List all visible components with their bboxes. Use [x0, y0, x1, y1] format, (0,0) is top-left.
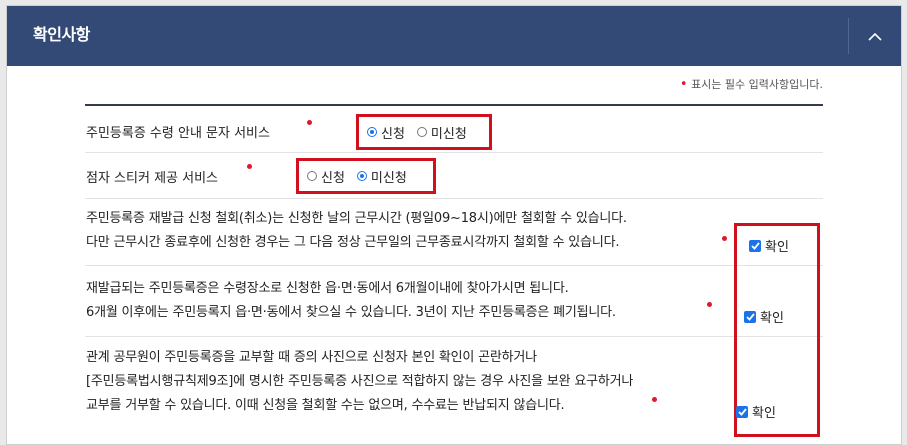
notice-line: 관계 공무원이 주민등록증을 교부할 때 증의 사진으로 신청자 본인 확인이 … — [86, 350, 537, 365]
required-dot-icon — [247, 164, 252, 169]
sms-apply-option[interactable]: 신청 — [367, 123, 405, 142]
radio-selected-icon[interactable] — [367, 127, 377, 137]
table-top-border — [85, 104, 823, 106]
checkbox-checked-icon[interactable] — [744, 310, 756, 323]
radio-empty-icon[interactable] — [416, 127, 427, 137]
notice-withdrawal: 주민등록증 재발급 신청 철회(취소)는 신청한 날의 근무시간 (평일09~1… — [86, 207, 627, 255]
notice-line: 6개월 이후에는 주민등록지 읍·면·동에서 찾으실 수 있습니다. 3년이 지… — [86, 305, 616, 320]
notice-line: 교부를 거부할 수 있습니다. 이때 신청을 철회할 수는 없으며, 수수료는 … — [86, 398, 565, 413]
notice-line: 주민등록증 재발급 신청 철회(취소)는 신청한 날의 근무시간 (평일09~1… — [86, 211, 627, 226]
notice-photo: 관계 공무원이 주민등록증을 교부할 때 증의 사진으로 신청자 본인 확인이 … — [86, 346, 633, 418]
confirm-checkbox-2[interactable]: 확인 — [744, 307, 784, 326]
sms-radio-group: 신청 미신청 — [356, 114, 492, 150]
confirm-label: 확인 — [765, 240, 789, 255]
row-divider — [85, 152, 823, 153]
confirm-checkbox-1[interactable]: 확인 — [749, 236, 789, 255]
confirm-label: 확인 — [752, 406, 776, 421]
required-dot-icon — [707, 302, 712, 307]
notice-line: 다만 근무시간 종료후에 신청한 경우는 그 다음 정상 근무일의 근무종료시각… — [86, 235, 620, 250]
notice-line: 재발급되는 주민등록증은 수령장소로 신청한 읍·면·동에서 6개월이내에 찾아… — [86, 281, 569, 296]
required-dot-icon — [307, 120, 312, 125]
braille-apply-label: 신청 — [321, 170, 345, 186]
panel-title: 확인사항 — [33, 25, 90, 44]
radio-selected-icon[interactable] — [356, 171, 367, 181]
required-note: • 표시는 필수 입력사항입니다. — [680, 76, 823, 92]
panel-header: 확인사항 — [7, 6, 901, 66]
notice-line: [주민등록법시행규칙제9조]에 명시한 주민등록증 사진으로 적합하지 않는 경… — [86, 374, 634, 389]
required-dot-icon — [652, 397, 657, 402]
checkbox-checked-icon[interactable] — [736, 405, 748, 418]
confirm-checkbox-3[interactable]: 확인 — [736, 402, 776, 421]
required-dot-icon — [722, 236, 727, 241]
sms-decline-label: 미신청 — [430, 126, 467, 142]
radio-empty-icon[interactable] — [307, 171, 317, 181]
notice-pickup: 재발급되는 주민등록증은 수령장소로 신청한 읍·면·동에서 6개월이내에 찾아… — [86, 277, 616, 325]
braille-decline-option[interactable]: 미신청 — [356, 167, 407, 186]
sms-apply-label: 신청 — [381, 126, 405, 142]
checkbox-checked-icon[interactable] — [749, 239, 761, 252]
service-label-sms: 주민등록증 수령 안내 문자 서비스 — [86, 126, 270, 141]
required-note-text: 표시는 필수 입력사항입니다. — [691, 78, 823, 91]
confirmation-panel: 확인사항 • 표시는 필수 입력사항입니다. 주민등록증 수령 안내 문자 서비… — [6, 5, 902, 445]
service-label-braille: 점자 스티커 제공 서비스 — [86, 171, 218, 186]
confirm-label: 확인 — [760, 311, 784, 326]
braille-apply-option[interactable]: 신청 — [307, 167, 345, 186]
row-divider — [85, 198, 823, 199]
collapse-button[interactable] — [849, 6, 901, 66]
chevron-up-icon — [868, 32, 882, 41]
row-divider — [85, 336, 823, 337]
braille-radio-group: 신청 미신청 — [296, 158, 436, 194]
row-divider — [85, 265, 823, 266]
sms-decline-option[interactable]: 미신청 — [416, 123, 467, 142]
braille-decline-label: 미신청 — [370, 170, 407, 186]
required-dot-icon: • — [679, 77, 688, 92]
